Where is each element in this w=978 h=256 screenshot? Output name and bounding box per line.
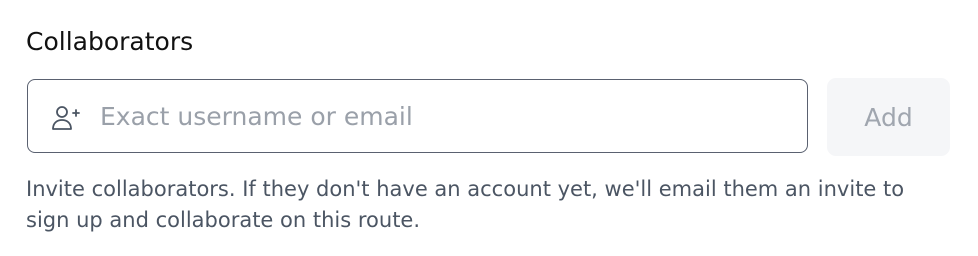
invite-row: Add: [26, 78, 952, 156]
user-plus-icon: [50, 103, 80, 133]
collaborators-section: Collaborators Add Invite collaborators. …: [26, 24, 952, 232]
invite-input[interactable]: [100, 80, 780, 152]
section-title: Collaborators: [26, 27, 194, 56]
help-text: Invite collaborators. If they don't have…: [26, 177, 905, 232]
invite-input-container[interactable]: [27, 79, 808, 153]
add-button[interactable]: Add: [827, 78, 950, 156]
